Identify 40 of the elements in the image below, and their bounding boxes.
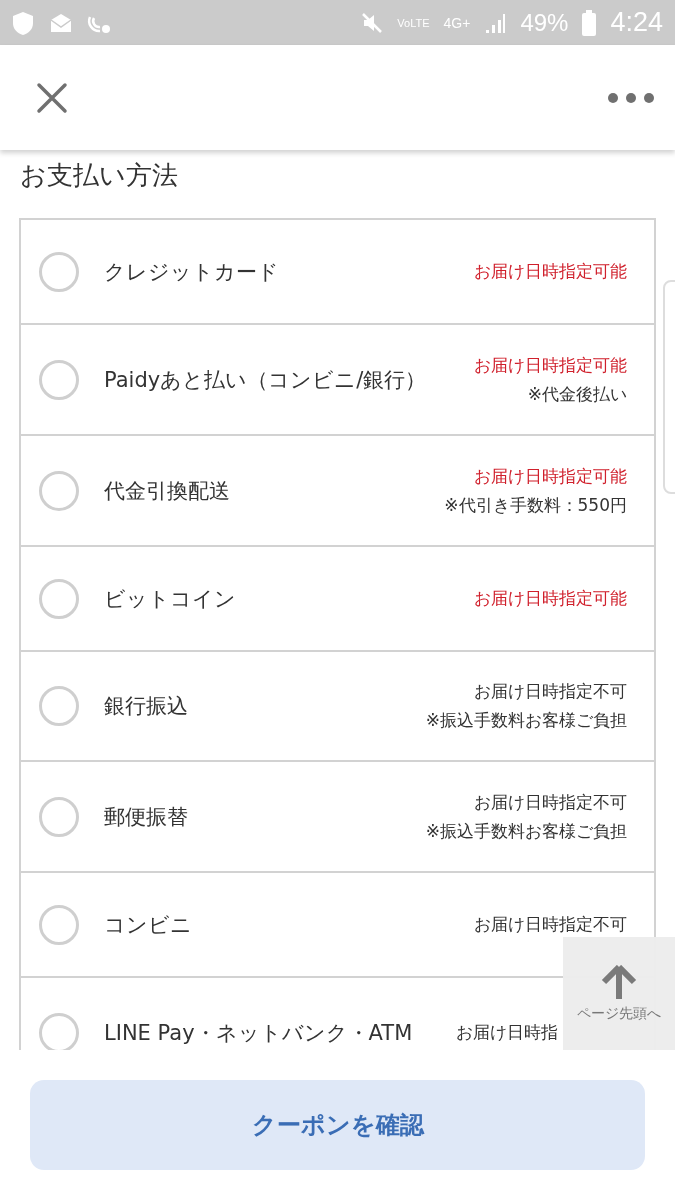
- payment-name: コンビニ: [104, 911, 193, 939]
- shield-icon: [10, 9, 36, 36]
- payment-note: ※代金後払い: [527, 382, 627, 406]
- delivery-availability: お届け日時指定可能: [474, 587, 627, 610]
- more-options-icon[interactable]: [607, 91, 655, 104]
- payment-name: 代金引換配送: [104, 477, 231, 505]
- radio-button[interactable]: [39, 470, 79, 511]
- mail-icon: [50, 12, 72, 33]
- close-icon[interactable]: [36, 81, 68, 114]
- delivery-availability: お届け日時指定可能: [474, 260, 627, 283]
- payment-name: ビットコイン: [104, 585, 237, 613]
- payment-note: ※振込手数料お客様ご負担: [425, 819, 627, 843]
- radio-button[interactable]: [39, 359, 79, 400]
- payment-note: ※振込手数料お客様ご負担: [425, 709, 627, 732]
- back-to-top-label: ページ先頭へ: [577, 1004, 661, 1023]
- signal-icon: [484, 11, 507, 34]
- payment-name: クレジットカード: [104, 258, 280, 286]
- confirm-coupon-button[interactable]: クーポンを確認: [30, 1080, 645, 1170]
- back-to-top-button[interactable]: ページ先頭へ: [563, 937, 675, 1050]
- delivery-availability: お届け日時指定不可: [474, 790, 627, 814]
- delivery-availability: お届け日時指定不可: [474, 913, 627, 936]
- payment-note: ※代引き手数料：550円: [444, 493, 627, 517]
- battery-icon: [582, 9, 597, 36]
- delivery-availability: お届け日時指定不可: [474, 680, 627, 703]
- radio-button[interactable]: [39, 578, 79, 619]
- delivery-availability: お届け日時指定可能: [474, 464, 627, 488]
- payment-name: LINE Pay・ネットバンク・ATM: [104, 1019, 414, 1047]
- delivery-availability: お届け日時指定可能: [474, 353, 627, 377]
- payment-name: Paidyあと払い（コンビニ/銀行）: [104, 366, 428, 394]
- delivery-availability: お届け日時指: [456, 1021, 558, 1044]
- payment-name: 銀行振込: [104, 693, 189, 720]
- mute-icon: [361, 11, 384, 34]
- radio-button[interactable]: [39, 686, 79, 726]
- radio-button[interactable]: [39, 904, 79, 945]
- radio-button[interactable]: [39, 796, 79, 837]
- up-arrow-icon: [601, 964, 637, 999]
- radio-button[interactable]: [39, 1012, 79, 1050]
- radio-button[interactable]: [39, 251, 79, 292]
- section-title: お支払い方法: [19, 159, 179, 192]
- payment-name: 郵便振替: [104, 803, 189, 831]
